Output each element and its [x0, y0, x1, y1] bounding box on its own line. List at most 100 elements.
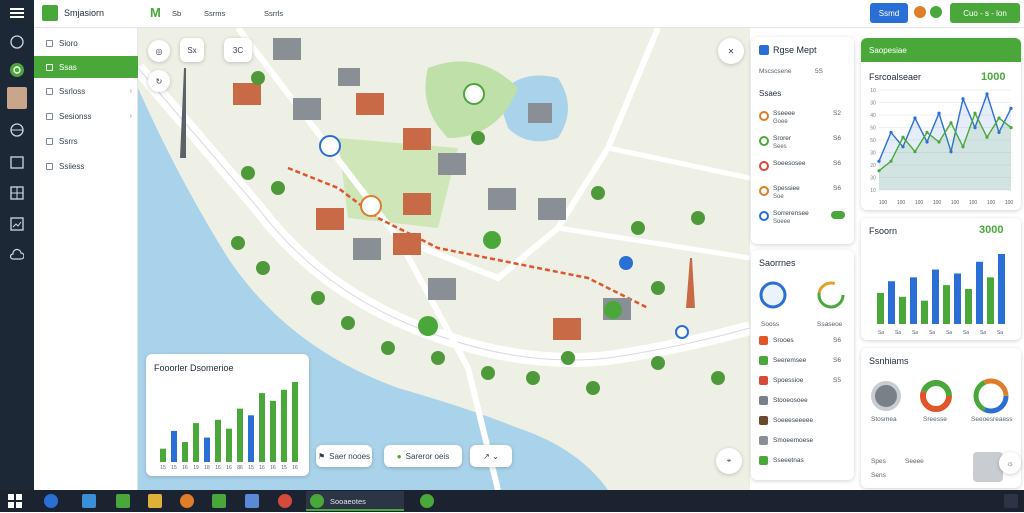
notification-icon[interactable]: [1004, 494, 1018, 508]
maps-app-icon[interactable]: [212, 494, 226, 508]
route-panel: Rgse Mept Mscscsene 5S Ssaes Sseeee Goee S…: [751, 37, 854, 244]
gauge-2-label: Ssaseoe: [817, 321, 843, 328]
bar: [877, 292, 884, 324]
map-marker[interactable]: [619, 256, 633, 270]
map-marker[interactable]: [463, 83, 485, 105]
route-row[interactable]: Sorrerensee Soeee: [751, 209, 854, 231]
chrome-icon[interactable]: [180, 494, 194, 508]
map-marker[interactable]: [675, 325, 689, 339]
stats-row[interactable]: Soeeeseeeee: [751, 414, 854, 430]
alert-icon[interactable]: [914, 6, 926, 18]
sheets-icon[interactable]: [116, 494, 130, 508]
browser-icon[interactable]: [44, 494, 58, 508]
donut-panel: Ssnhiams Stosmea Sreesse Seeoesreaess Sp…: [861, 348, 1021, 488]
series-line-1-point: [1009, 106, 1013, 110]
stats-row[interactable]: Stooeosoee: [751, 394, 854, 410]
overlay-bar: [292, 382, 298, 462]
bar-x-tick: Sa: [946, 330, 952, 336]
map-marker[interactable]: [319, 135, 341, 157]
overlay-chart-panel: Fooorler Dsomerioe 15 15 16 19 18 16 16 86 15 16 1…: [146, 354, 309, 476]
route-row[interactable]: Sseeee Goee S2: [751, 109, 854, 131]
y-tick: 30: [870, 101, 876, 107]
stats-row[interactable]: Sseeetnas: [751, 454, 854, 470]
route-subtitle: Mscscsene: [759, 68, 792, 75]
route-row[interactable]: Srorer Sees S6: [751, 134, 854, 156]
y-tick: 20: [870, 163, 876, 169]
3d-toggle-button[interactable]: 3C: [224, 38, 252, 62]
share-button[interactable]: ↗ ⌄: [470, 445, 512, 467]
folder-icon[interactable]: [148, 494, 162, 508]
x-tick: 100: [915, 200, 924, 206]
avatar[interactable]: [7, 87, 27, 109]
route-row-sub: Goee: [773, 119, 788, 125]
overlay-x-tick: 86: [237, 465, 243, 471]
gps-icon[interactable]: [7, 60, 27, 80]
series-line-1-point: [877, 159, 881, 163]
x-tick: 100: [987, 200, 996, 206]
sidebar-item-4[interactable]: Sesionss ›: [34, 105, 138, 127]
recenter-button[interactable]: ⌖: [716, 448, 742, 474]
item-icon: [46, 137, 53, 145]
sidebar-item-3[interactable]: Ssrloss ›: [34, 80, 138, 102]
city-map[interactable]: ◎ ↻ Sx 3C ✕ ⌖ ⚑ Saer nooes ● Sareror oeis …: [138, 28, 750, 490]
overlay-x-tick: 15: [281, 465, 287, 471]
map-marker[interactable]: [604, 301, 622, 319]
stats-row[interactable]: Seeremsee S6: [751, 354, 854, 370]
y-tick: 50: [870, 138, 876, 144]
zoom-button[interactable]: Sx: [180, 38, 204, 62]
media-icon[interactable]: [278, 494, 292, 508]
crosshair-icon: ⌖: [726, 456, 732, 465]
left-rail: [0, 0, 34, 490]
calendar-icon[interactable]: [7, 152, 27, 172]
store-icon[interactable]: [82, 494, 96, 508]
sidebar-item-1[interactable]: Sioro: [34, 32, 138, 54]
sidebar-item-6[interactable]: Ssiiess: [34, 155, 138, 177]
stats-row-icon: [759, 456, 768, 465]
start-icon[interactable]: [8, 494, 22, 508]
status-button[interactable]: ● Sareror oeis: [384, 445, 462, 467]
route-row-icon: [759, 111, 769, 121]
overlay-x-tick: 16: [226, 465, 232, 471]
globe-icon[interactable]: [7, 120, 27, 140]
series-line-2-point: [961, 145, 965, 149]
chat-icon[interactable]: [420, 494, 434, 508]
photos-icon[interactable]: [245, 494, 259, 508]
map-marker[interactable]: [483, 231, 501, 249]
sidebar-item-5[interactable]: Ssrrs: [34, 130, 138, 152]
stats-row[interactable]: Srooes S6: [751, 334, 854, 350]
y-tick: 10: [870, 88, 876, 94]
donut-1-label: Stosmea: [871, 416, 897, 423]
route-row[interactable]: Soeesosee S6: [751, 159, 854, 181]
overlay-bar: [160, 448, 166, 462]
series-line-2-point: [997, 116, 1001, 120]
menu-icon[interactable]: [7, 3, 27, 23]
locate-button[interactable]: ◎: [148, 40, 170, 62]
tab-1[interactable]: Sb: [172, 9, 181, 18]
compass-icon[interactable]: [7, 32, 27, 52]
map-marker[interactable]: [360, 195, 382, 217]
stats-row[interactable]: Spoessioe S5: [751, 374, 854, 390]
primary-button[interactable]: Ssmd: [870, 3, 908, 23]
user-photo: [973, 452, 1003, 482]
tab-3[interactable]: Ssrrls: [264, 9, 283, 18]
overlay-bar: [237, 408, 243, 462]
close-map-button[interactable]: ✕: [718, 38, 744, 64]
rotate-button[interactable]: ↻: [148, 70, 170, 92]
grid-icon[interactable]: [7, 183, 27, 203]
sidebar-item-label: Sesionss: [59, 111, 92, 121]
legend-button[interactable]: ⚑ Saer nooes: [316, 445, 372, 467]
bar: [998, 254, 1005, 324]
bar: [965, 289, 972, 324]
cloud-icon[interactable]: [7, 245, 27, 265]
map-marker[interactable]: [418, 316, 438, 336]
route-row[interactable]: Spessiee Soe S6: [751, 184, 854, 206]
stats-row[interactable]: Smoeemoese: [751, 434, 854, 450]
toggle-switch[interactable]: [831, 211, 845, 219]
tab-2[interactable]: Ssrms: [204, 9, 225, 18]
chart-icon[interactable]: [7, 214, 27, 234]
cta-button[interactable]: Cuo - s - lon: [950, 3, 1020, 23]
bar-x-tick: Sa: [878, 330, 884, 336]
sidebar-item-2[interactable]: Ssas: [34, 56, 138, 78]
status-icon[interactable]: [930, 6, 942, 18]
help-button[interactable]: ☼: [999, 452, 1021, 474]
